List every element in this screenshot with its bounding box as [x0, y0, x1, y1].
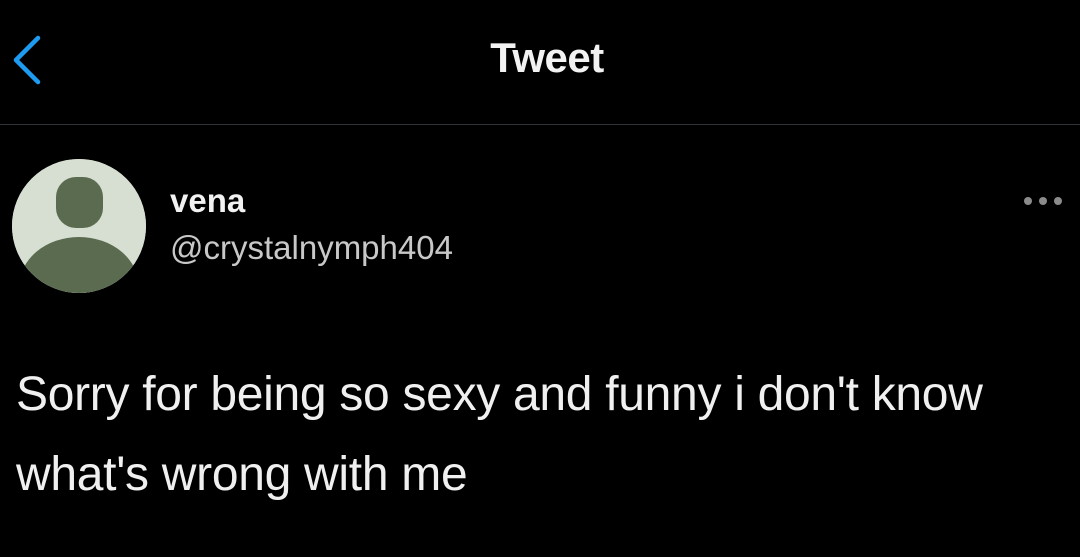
ellipsis-icon — [1024, 197, 1062, 205]
avatar[interactable] — [12, 159, 146, 293]
author-display-name[interactable]: vena — [170, 182, 245, 220]
page-title: Tweet — [490, 34, 604, 81]
more-options-button[interactable] — [1018, 189, 1068, 213]
default-profile-icon — [12, 159, 146, 293]
author-handle[interactable]: @crystalnymph404 — [170, 229, 453, 267]
tweet-text: Sorry for being so sexy and funny i don'… — [16, 368, 983, 501]
tweet-card: vena @crystalnymph404 Sorry for being so… — [0, 125, 1080, 557]
top-navigation-bar: Tweet — [0, 0, 1080, 125]
